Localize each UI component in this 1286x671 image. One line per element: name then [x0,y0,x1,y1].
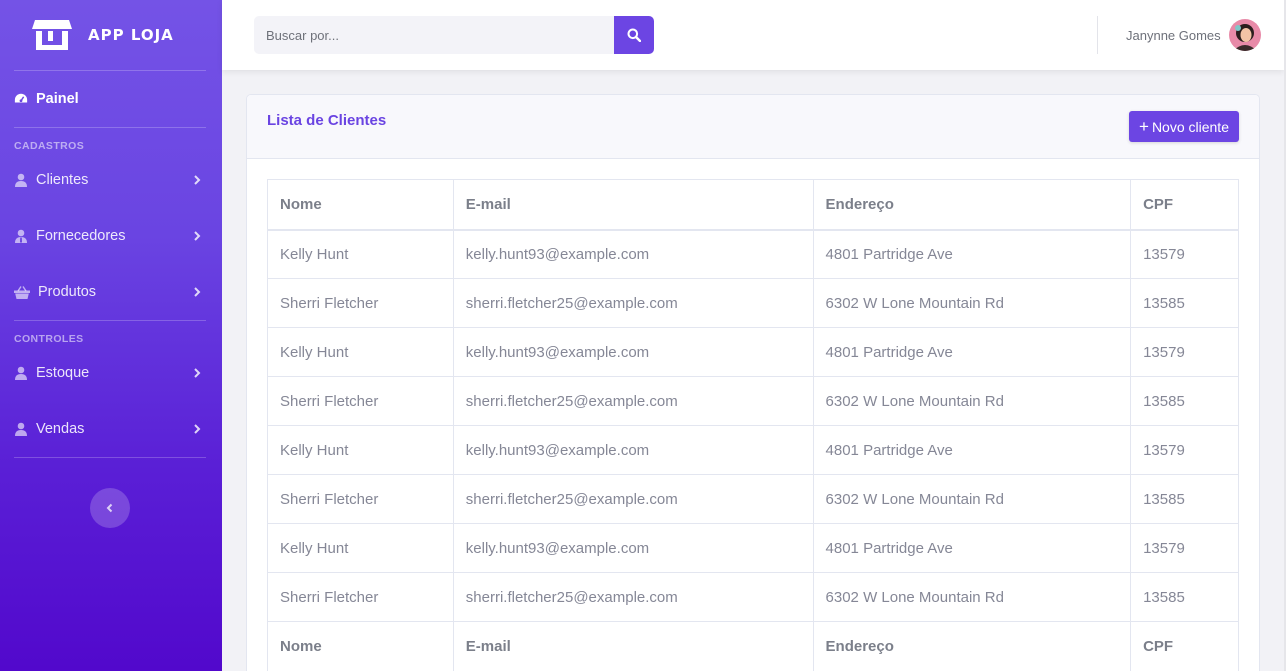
cell-cpf: 13585 [1130,474,1239,524]
sidebar-item-label: Clientes [36,172,89,188]
cell-email: sherri.fletcher25@example.com [452,572,814,622]
table-footer-row: Nome E-mail Endereço CPF [267,621,1239,671]
cell-email: sherri.fletcher25@example.com [452,278,814,328]
cell-email: kelly.hunt93@example.com [452,523,814,573]
search-input[interactable] [254,16,614,54]
cell-endereco: 6302 W Lone Mountain Rd [812,278,1132,328]
cell-email: sherri.fletcher25@example.com [452,376,814,426]
cell-endereco: 4801 Partridge Ave [812,229,1132,279]
sidebar-item-label: Painel [36,91,79,107]
clients-table: Nome E-mail Endereço CPF Kelly Hunt kell… [267,179,1239,671]
user-tie-icon [14,229,28,243]
search-bar [254,16,654,54]
cell-endereco: 6302 W Lone Mountain Rd [812,376,1132,426]
sidebar-item-fornecedores[interactable]: Fornecedores [0,208,222,264]
cell-cpf: 13579 [1130,229,1239,279]
cell-cpf: 13579 [1130,425,1239,475]
topbar: Janynne Gomes [222,0,1284,70]
sidebar-item-produtos[interactable]: Produtos [0,264,222,320]
table-row[interactable]: Kelly Hunt kelly.hunt93@example.com 4801… [267,523,1239,573]
plus-icon: + [1139,117,1149,136]
cell-email: kelly.hunt93@example.com [452,327,814,377]
cell-nome: Kelly Hunt [267,229,454,279]
search-icon [627,28,641,42]
card-header: Lista de Clientes + Novo cliente [247,95,1259,159]
sidebar-item-vendas[interactable]: Vendas [0,401,222,457]
column-header-endereco[interactable]: Endereço [812,179,1132,231]
cell-cpf: 13585 [1130,376,1239,426]
sidebar-item-clientes[interactable]: Clientes [0,152,222,208]
new-client-button[interactable]: + Novo cliente [1129,111,1239,142]
cell-nome: Sherri Fletcher [267,278,454,328]
chevron-right-icon [194,175,201,185]
table-row[interactable]: Kelly Hunt kelly.hunt93@example.com 4801… [267,327,1239,377]
user-menu[interactable]: Janynne Gomes [1126,19,1261,51]
cell-nome: Sherri Fletcher [267,572,454,622]
cell-cpf: 13579 [1130,523,1239,573]
chevron-right-icon [194,231,201,241]
clients-card: Lista de Clientes + Novo cliente Nome E-… [246,94,1260,671]
table-row[interactable]: Kelly Hunt kelly.hunt93@example.com 4801… [267,229,1239,279]
sidebar: APP LOJA Painel CADASTROS Clientes Forne… [0,0,222,671]
column-header-nome[interactable]: Nome [267,179,454,231]
card-title: Lista de Clientes [267,112,387,129]
footer-header-nome: Nome [267,621,454,671]
cell-endereco: 4801 Partridge Ave [812,425,1132,475]
section-heading-cadastros: CADASTROS [14,140,85,152]
cell-endereco: 4801 Partridge Ave [812,327,1132,377]
avatar[interactable] [1228,19,1261,51]
table-row[interactable]: Sherri Fletcher sherri.fletcher25@exampl… [267,474,1239,524]
sidebar-item-label: Fornecedores [36,228,126,244]
sidebar-item-painel[interactable]: Painel [0,71,222,127]
cell-email: sherri.fletcher25@example.com [452,474,814,524]
cell-nome: Sherri Fletcher [267,474,454,524]
sidebar-item-label: Vendas [36,421,85,437]
table-row[interactable]: Sherri Fletcher sherri.fletcher25@exampl… [267,376,1239,426]
topbar-divider [1097,16,1098,54]
footer-header-email: E-mail [452,621,814,671]
cell-nome: Kelly Hunt [267,327,454,377]
chevron-right-icon [194,287,201,297]
brand[interactable]: APP LOJA [0,0,222,70]
sidebar-item-label: Estoque [36,365,90,381]
new-client-label: Novo cliente [1151,118,1229,135]
user-icon [14,366,28,380]
user-icon [14,173,28,187]
store-icon [32,20,72,50]
cell-endereco: 6302 W Lone Mountain Rd [812,474,1132,524]
brand-name: APP LOJA [88,26,174,44]
sidebar-item-estoque[interactable]: Estoque [0,345,222,401]
sidebar-toggle-button[interactable] [90,488,130,528]
divider [14,457,206,458]
search-button[interactable] [614,16,654,54]
column-header-cpf[interactable]: CPF [1130,179,1239,231]
cell-cpf: 13585 [1130,572,1239,622]
table-row[interactable]: Sherri Fletcher sherri.fletcher25@exampl… [267,572,1239,622]
cell-endereco: 4801 Partridge Ave [812,523,1132,573]
user-name: Janynne Gomes [1126,27,1221,43]
cell-nome: Sherri Fletcher [267,376,454,426]
user-icon [14,422,28,436]
cell-email: kelly.hunt93@example.com [452,425,814,475]
sidebar-item-label: Produtos [38,284,97,300]
chevron-right-icon [194,424,201,434]
table-header-row: Nome E-mail Endereço CPF [267,179,1239,231]
table-row[interactable]: Kelly Hunt kelly.hunt93@example.com 4801… [267,425,1239,475]
chevron-left-icon [106,503,113,513]
cell-cpf: 13579 [1130,327,1239,377]
cell-cpf: 13585 [1130,278,1239,328]
cell-endereco: 6302 W Lone Mountain Rd [812,572,1132,622]
table-row[interactable]: Sherri Fletcher sherri.fletcher25@exampl… [267,278,1239,328]
cell-email: kelly.hunt93@example.com [452,229,814,279]
footer-header-cpf: CPF [1130,621,1239,671]
basket-icon [14,285,30,299]
footer-header-endereco: Endereço [812,621,1132,671]
section-heading-controles: CONTROLES [14,333,84,345]
cell-nome: Kelly Hunt [267,425,454,475]
column-header-email[interactable]: E-mail [452,179,814,231]
dashboard-icon [14,92,28,106]
cell-nome: Kelly Hunt [267,523,454,573]
chevron-right-icon [194,368,201,378]
